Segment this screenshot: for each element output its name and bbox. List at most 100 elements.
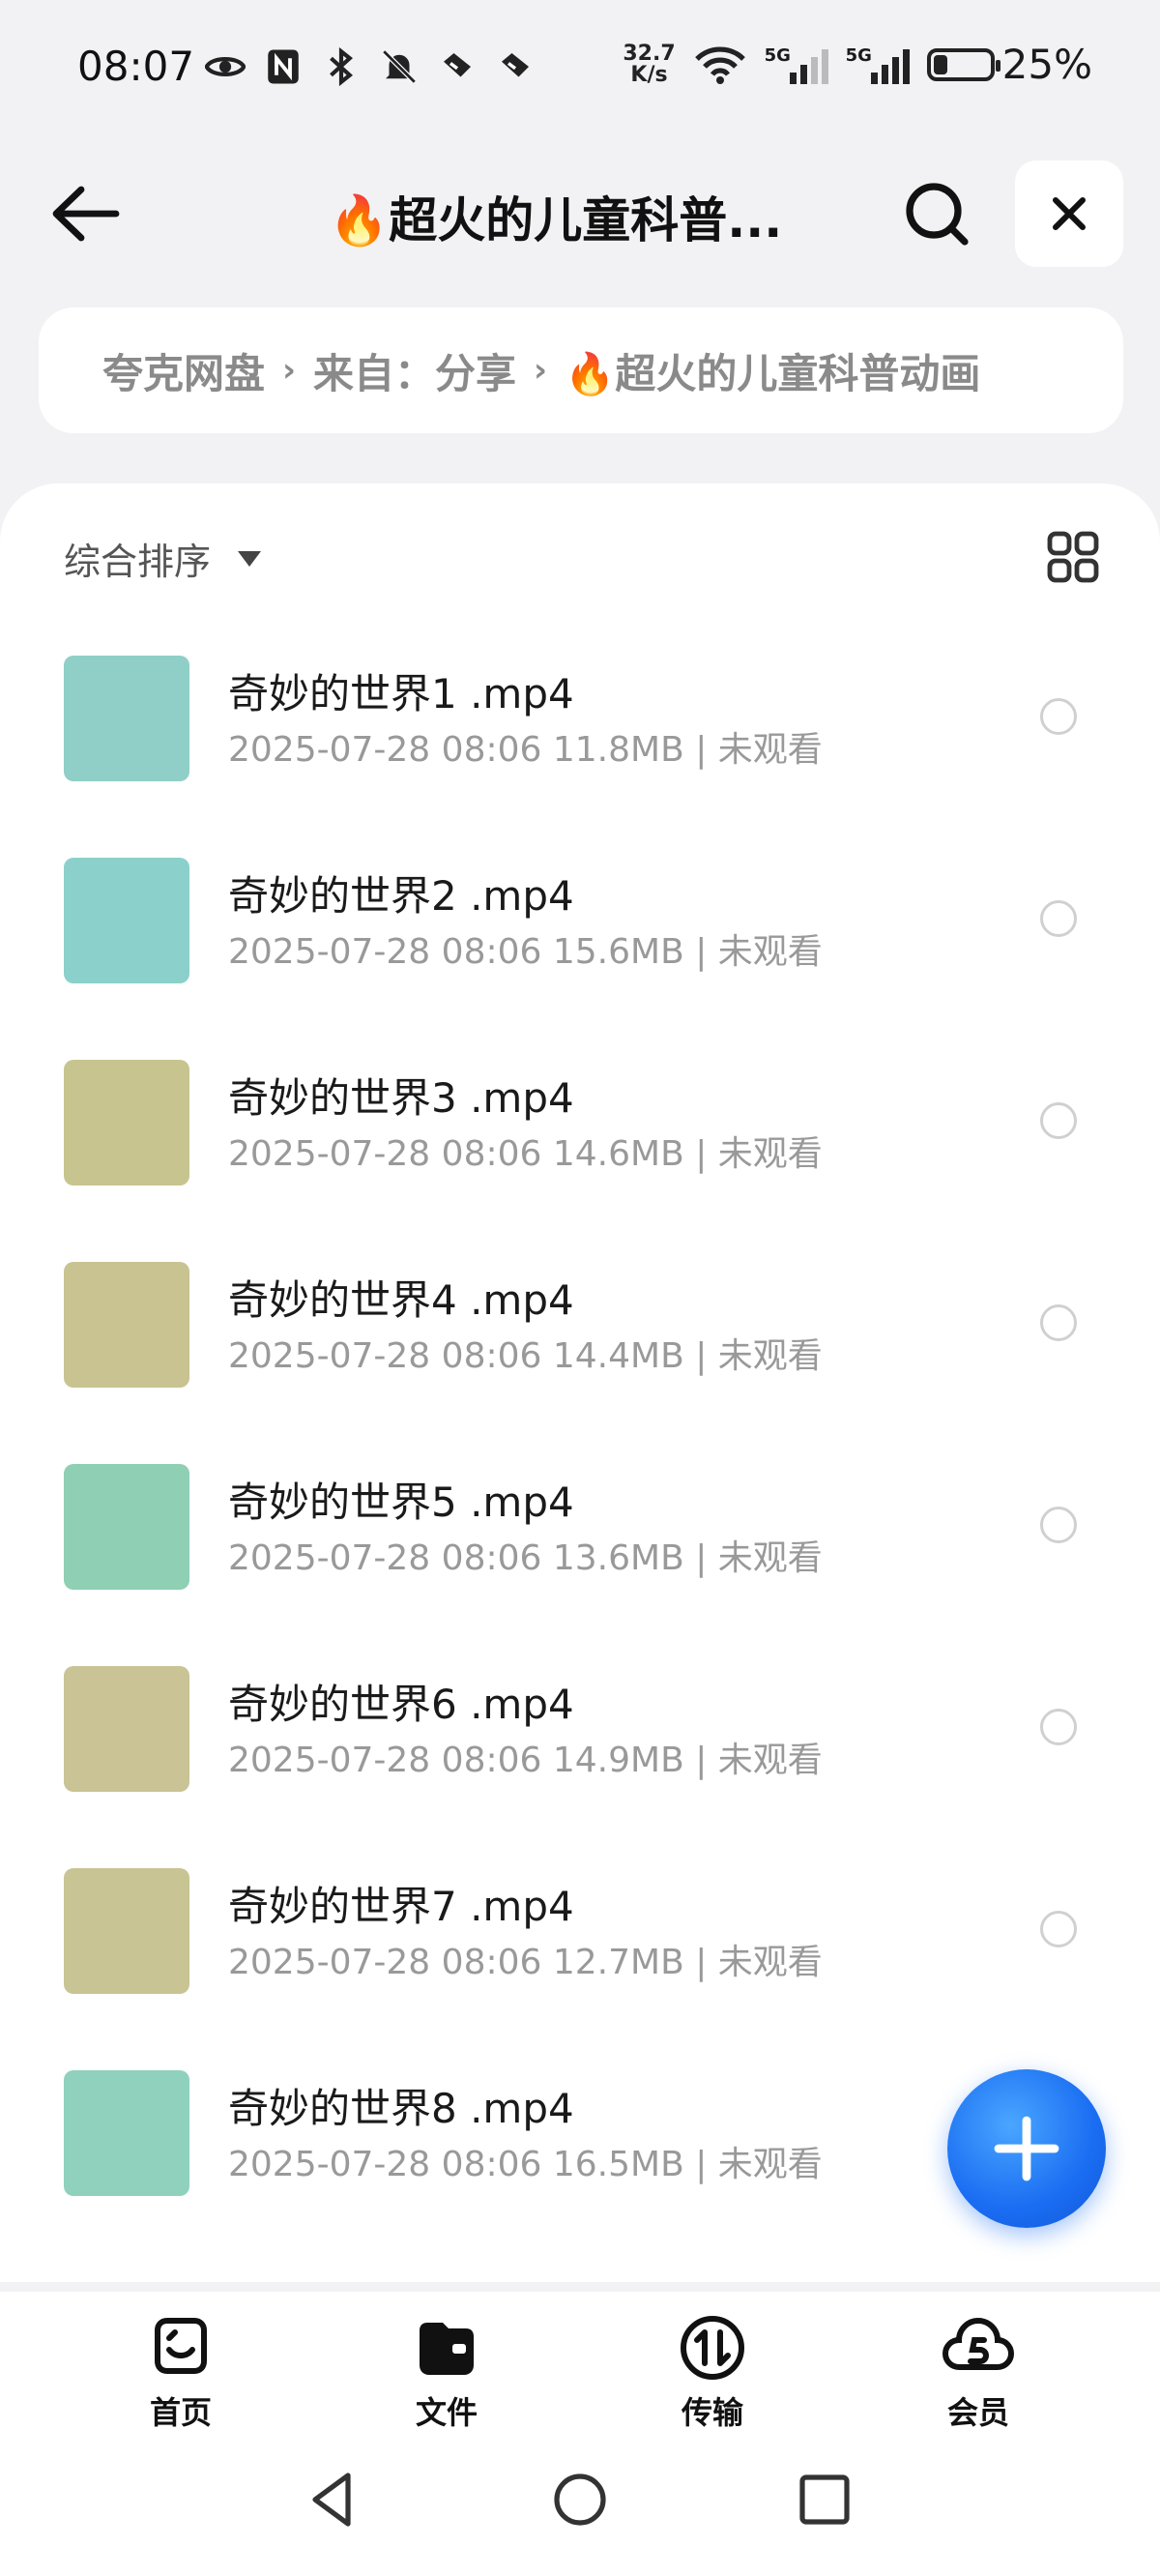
- file-date: 2025-07-28 08:06: [228, 730, 542, 770]
- tab-home-label: 首页: [149, 2394, 212, 2431]
- sort-dropdown[interactable]: 综合排序: [64, 532, 262, 585]
- breadcrumb-item-share[interactable]: 来自：分享: [313, 341, 516, 400]
- select-radio[interactable]: [1040, 1102, 1077, 1139]
- arrow-left-icon: [52, 186, 120, 242]
- file-row[interactable]: 奇妙的世界1 .mp4 2025-07-28 08:06 11.8MB | 未观看: [0, 638, 1160, 841]
- watch-status: 未观看: [717, 1336, 823, 1376]
- select-radio[interactable]: [1040, 1709, 1077, 1745]
- video-thumbnail[interactable]: [64, 1868, 189, 1994]
- select-radio[interactable]: [1040, 1911, 1077, 1947]
- close-icon: [1053, 197, 1086, 230]
- watch-status: 未观看: [717, 1741, 823, 1780]
- file-name: 奇妙的世界8 .mp4: [228, 2085, 574, 2132]
- file-row[interactable]: 奇妙的世界6 .mp4 2025-07-28 08:06 14.9MB | 未观看: [0, 1649, 1160, 1852]
- meta-divider: |: [683, 2145, 718, 2184]
- file-row[interactable]: 奇妙的世界4 .mp4 2025-07-28 08:06 14.4MB | 未观看: [0, 1244, 1160, 1448]
- watch-status: 未观看: [717, 730, 823, 770]
- status-bar: 08:07 32.7 K/s 5G 5G 25%: [0, 0, 1160, 145]
- file-panel: 综合排序 奇妙的世界1 .mp4 2025-07-28 08:06 11.8MB …: [0, 483, 1160, 2282]
- file-meta: 2025-07-28 08:06 11.8MB | 未观看: [228, 721, 823, 772]
- cloud-s-icon: [942, 2318, 1014, 2370]
- tab-transfer[interactable]: 传输: [635, 2311, 790, 2433]
- file-name: 奇妙的世界3 .mp4: [228, 1074, 574, 1122]
- grid-view-button[interactable]: [1046, 530, 1100, 584]
- home-circle-icon[interactable]: [546, 2466, 614, 2533]
- net-speed-unit: K/s: [630, 62, 668, 87]
- search-button[interactable]: [899, 176, 976, 253]
- file-size: 14.6MB: [552, 1134, 684, 1174]
- meta-divider: |: [683, 1741, 718, 1780]
- meta-divider: |: [683, 1943, 718, 1982]
- file-row[interactable]: 奇妙的世界7 .mp4 2025-07-28 08:06 12.7MB | 未观看: [0, 1851, 1160, 2054]
- video-thumbnail[interactable]: [64, 1666, 189, 1792]
- back-triangle-icon[interactable]: [300, 2466, 367, 2533]
- plus-icon: [994, 2116, 1059, 2181]
- meta-divider: |: [683, 1538, 718, 1578]
- file-name: 奇妙的世界1 .mp4: [228, 670, 574, 717]
- recents-square-icon[interactable]: [791, 2466, 858, 2533]
- status-time: 08:07: [77, 43, 195, 90]
- close-button[interactable]: [1015, 161, 1123, 267]
- app-notification-icon: [502, 53, 529, 77]
- file-row[interactable]: 奇妙的世界3 .mp4 2025-07-28 08:06 14.6MB | 未观看: [0, 1042, 1160, 1245]
- file-row[interactable]: 奇妙的世界5 .mp4 2025-07-28 08:06 13.6MB | 未观看: [0, 1447, 1160, 1650]
- file-size: 12.7MB: [552, 1943, 684, 1982]
- add-button[interactable]: [947, 2069, 1106, 2228]
- video-thumbnail[interactable]: [64, 858, 189, 983]
- net-speed-value: 32.7: [623, 41, 676, 66]
- meta-divider: |: [683, 1336, 718, 1376]
- bottom-tab-bar: 首页 文件 传输 会员: [0, 2292, 1160, 2437]
- caret-down-icon: [238, 550, 262, 567]
- tab-vip[interactable]: 会员: [901, 2311, 1056, 2433]
- file-date: 2025-07-28 08:06: [228, 1741, 542, 1780]
- video-thumbnail[interactable]: [64, 1262, 189, 1388]
- video-thumbnail[interactable]: [64, 2070, 189, 2196]
- back-button[interactable]: [46, 180, 124, 248]
- meta-divider: |: [683, 730, 718, 770]
- file-meta: 2025-07-28 08:06 12.7MB | 未观看: [228, 1934, 823, 1984]
- video-thumbnail[interactable]: [64, 1464, 189, 1590]
- tab-home[interactable]: 首页: [103, 2311, 258, 2433]
- breadcrumb-item-current[interactable]: 🔥超火的儿童科普动画: [565, 341, 980, 400]
- file-meta: 2025-07-28 08:06 13.6MB | 未观看: [228, 1530, 823, 1580]
- net-speed: 32.7 K/s: [623, 41, 676, 87]
- meta-divider: |: [683, 932, 718, 972]
- battery: 25%: [926, 41, 1092, 88]
- chevron-right-icon: ›: [534, 351, 548, 390]
- file-date: 2025-07-28 08:06: [228, 1134, 542, 1174]
- status-icons: [205, 46, 536, 87]
- file-meta: 2025-07-28 08:06 15.6MB | 未观看: [228, 923, 823, 974]
- signal-2-label: 5G: [845, 44, 872, 66]
- select-radio[interactable]: [1040, 1507, 1077, 1543]
- meta-divider: |: [683, 1134, 718, 1174]
- app-notification-icon: [444, 53, 471, 77]
- breadcrumb-item-root[interactable]: 夸克网盘: [102, 341, 265, 400]
- system-nav-bar: [0, 2437, 1160, 2576]
- file-size: 14.9MB: [552, 1741, 684, 1780]
- eye-icon: [205, 57, 246, 76]
- tab-files-label: 文件: [415, 2394, 478, 2431]
- video-thumbnail[interactable]: [64, 1060, 189, 1186]
- smile-face-icon: [155, 2318, 207, 2374]
- file-size: 16.5MB: [552, 2145, 684, 2184]
- wifi-icon: [694, 46, 745, 84]
- file-size: 14.4MB: [552, 1336, 684, 1376]
- select-radio[interactable]: [1040, 1304, 1077, 1341]
- grid-view-icon: [1047, 531, 1099, 583]
- breadcrumb: 夸克网盘 › 来自：分享 › 🔥超火的儿童科普动画: [39, 307, 1123, 433]
- file-name: 奇妙的世界5 .mp4: [228, 1478, 574, 1526]
- chevron-right-icon: ›: [282, 351, 297, 390]
- battery-icon: [926, 47, 1000, 81]
- file-date: 2025-07-28 08:06: [228, 1538, 542, 1578]
- tab-files[interactable]: 文件: [369, 2311, 524, 2433]
- mute-bell-icon: [382, 49, 417, 84]
- select-radio[interactable]: [1040, 698, 1077, 735]
- video-thumbnail[interactable]: [64, 656, 189, 781]
- folder-icon: [420, 2323, 474, 2375]
- file-row[interactable]: 奇妙的世界2 .mp4 2025-07-28 08:06 15.6MB | 未观看: [0, 840, 1160, 1043]
- bluetooth-icon: [330, 46, 353, 87]
- file-date: 2025-07-28 08:06: [228, 1943, 542, 1982]
- select-radio[interactable]: [1040, 900, 1077, 937]
- battery-fill: [933, 54, 947, 74]
- signal-2: 5G: [846, 45, 910, 84]
